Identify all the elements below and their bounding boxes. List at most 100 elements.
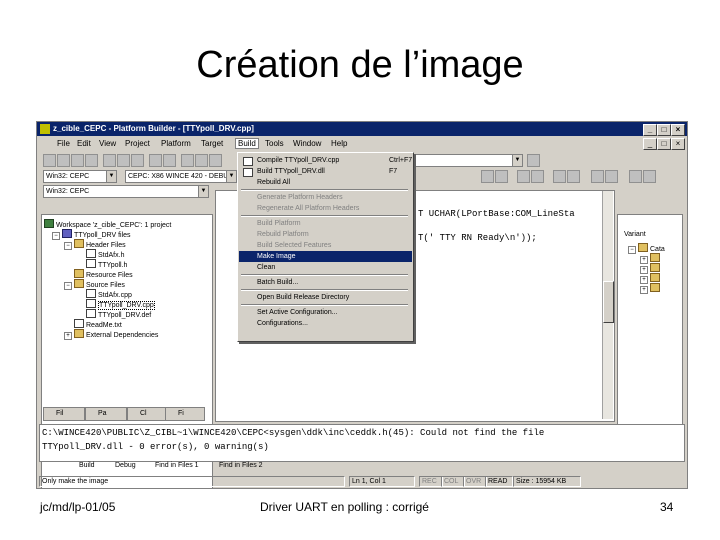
file-icon: [86, 249, 96, 258]
tree-item-external-dependencies[interactable]: + External Dependencies: [64, 329, 158, 340]
new-file-icon[interactable]: [43, 154, 56, 167]
status-position: Ln 1, Col 1: [349, 476, 415, 487]
collapse-icon[interactable]: −: [64, 282, 72, 290]
build-icon[interactable]: [495, 170, 508, 183]
tab-feature-view[interactable]: Fi: [165, 407, 205, 421]
wizard-combo[interactable]: Win32: CEPC ▼: [43, 185, 209, 198]
folder-icon: [74, 329, 84, 338]
tab-output-find1[interactable]: Find in Files 1: [155, 462, 199, 469]
file-icon: [86, 259, 96, 268]
menu-platform[interactable]: Platform: [161, 139, 191, 148]
reset-icon[interactable]: [643, 170, 656, 183]
tab-file-view[interactable]: Fil: [43, 407, 85, 421]
menu-item-generate-headers[interactable]: Generate Platform Headers: [239, 192, 412, 203]
paste-icon[interactable]: [131, 154, 144, 167]
go-icon[interactable]: [517, 170, 530, 183]
status-bar: Only make the image Ln 1, Col 1 REC COL …: [37, 475, 687, 487]
tree-item-stdafx-h[interactable]: StdAfx.h: [86, 249, 124, 259]
collapse-icon[interactable]: −: [52, 232, 60, 240]
open-folder-icon[interactable]: [57, 154, 70, 167]
workspace-icon[interactable]: [181, 154, 194, 167]
output-icon[interactable]: [195, 154, 208, 167]
breakpoint-icon[interactable]: [531, 170, 544, 183]
cut-icon[interactable]: [103, 154, 116, 167]
menu-item-make-image[interactable]: Make Image: [239, 251, 412, 262]
scrollbar-thumb[interactable]: [603, 281, 614, 323]
doc-close-button[interactable]: ×: [671, 138, 685, 150]
doc-minimize-button[interactable]: _: [643, 138, 657, 150]
menu-item-configurations[interactable]: Configurations...: [239, 318, 412, 329]
menu-item-build-platform[interactable]: Build Platform: [239, 218, 412, 229]
folder-icon: [638, 243, 648, 252]
undo-icon[interactable]: [149, 154, 162, 167]
editor-scrollbar[interactable]: [602, 191, 614, 419]
file-icon: [74, 319, 84, 328]
save-icon[interactable]: [71, 154, 84, 167]
connect-icon[interactable]: [567, 170, 580, 183]
file-icon: [86, 299, 96, 308]
status-rec: REC: [419, 476, 443, 487]
tab-parameter-view[interactable]: Pa: [85, 407, 127, 421]
tab-output-debug[interactable]: Debug: [115, 462, 136, 469]
menu-item-rebuild-all[interactable]: Rebuild All: [239, 177, 412, 188]
tree-item-stdafx-cpp[interactable]: StdAfx.cpp: [86, 289, 132, 299]
variant-panel: Variant − Cata + + + +: [617, 214, 683, 426]
folder-icon: [650, 273, 660, 282]
find-icon[interactable]: [527, 154, 540, 167]
target-icon[interactable]: [553, 170, 566, 183]
copy-icon[interactable]: [117, 154, 130, 167]
menu-item-build-dll[interactable]: Build TTYpoll_DRV.dll F7: [239, 166, 412, 177]
maximize-button[interactable]: □: [657, 124, 671, 136]
collapse-icon[interactable]: −: [64, 242, 72, 250]
search-combo[interactable]: ▼: [409, 154, 523, 167]
tree-item-ttypoll-h[interactable]: TTYpoll.h: [86, 259, 127, 269]
app-icon: [40, 124, 50, 134]
menu-item-set-active-config[interactable]: Set Active Configuration...: [239, 307, 412, 318]
platform-path-combo[interactable]: CEPC: X86 WINCE 420 - DEBUG ▼: [125, 170, 237, 183]
menu-view[interactable]: View: [99, 139, 116, 148]
menu-build[interactable]: Build: [235, 138, 259, 149]
kernel-debugger-icon[interactable]: [605, 170, 618, 183]
platform-builder-screenshot: z_cible_CEPC - Platform Builder - [TTYpo…: [36, 121, 688, 489]
menubar: File Edit View Project Platform Target B…: [37, 137, 687, 151]
menu-target[interactable]: Target: [201, 139, 223, 148]
stop-icon[interactable]: [629, 170, 642, 183]
menu-tools[interactable]: Tools: [265, 139, 284, 148]
build-icon: [243, 168, 253, 177]
tree-item-resource-files[interactable]: Resource Files: [74, 269, 133, 279]
compile-icon[interactable]: [481, 170, 494, 183]
menu-item-regenerate-headers[interactable]: Regenerate All Platform Headers: [239, 203, 412, 214]
menu-item-clean[interactable]: Clean: [239, 262, 412, 273]
menu-edit[interactable]: Edit: [77, 139, 91, 148]
remote-tools-icon[interactable]: [591, 170, 604, 183]
menu-file[interactable]: File: [57, 139, 70, 148]
status-size: Size : 15954 KB: [513, 476, 581, 487]
tree-item-ttypoll-drv-def[interactable]: TTYpoll_DRV.def: [86, 309, 151, 319]
folder-icon: [650, 253, 660, 262]
menu-item-build-selected[interactable]: Build Selected Features: [239, 240, 412, 251]
tab-output-find2[interactable]: Find in Files 2: [219, 462, 263, 469]
menu-project[interactable]: Project: [125, 139, 150, 148]
doc-restore-button[interactable]: □: [657, 138, 671, 150]
minimize-button[interactable]: _: [643, 124, 657, 136]
collapse-icon[interactable]: −: [628, 246, 636, 254]
menu-window[interactable]: Window: [293, 139, 321, 148]
tree-item-readme[interactable]: ReadMe.txt: [74, 319, 122, 329]
tree-item-ttypoll-drv-cpp[interactable]: TTYpoll_DRV.cpp: [86, 299, 155, 310]
menu-item-batch-build[interactable]: Batch Build...: [239, 277, 412, 288]
menu-item-open-release-dir[interactable]: Open Build Release Directory: [239, 292, 412, 303]
windows-icon[interactable]: [209, 154, 222, 167]
tab-output-build[interactable]: Build: [79, 462, 95, 469]
variant-node[interactable]: +: [640, 283, 662, 294]
config-combo[interactable]: Win32: CEPC ▼: [43, 170, 117, 183]
close-button[interactable]: ×: [671, 124, 685, 136]
menu-help[interactable]: Help: [331, 139, 347, 148]
save-all-icon[interactable]: [85, 154, 98, 167]
tab-class-view[interactable]: Cl: [127, 407, 167, 421]
expand-icon[interactable]: +: [64, 332, 72, 340]
menu-item-rebuild-platform[interactable]: Rebuild Platform: [239, 229, 412, 240]
redo-icon[interactable]: [163, 154, 176, 167]
tree-item-workspace[interactable]: Workspace 'z_cible_CEPC': 1 project: [44, 219, 171, 229]
expand-icon[interactable]: +: [640, 286, 648, 294]
menu-item-compile[interactable]: Compile TTYpoll_DRV.cpp Ctrl+F7: [239, 155, 412, 166]
